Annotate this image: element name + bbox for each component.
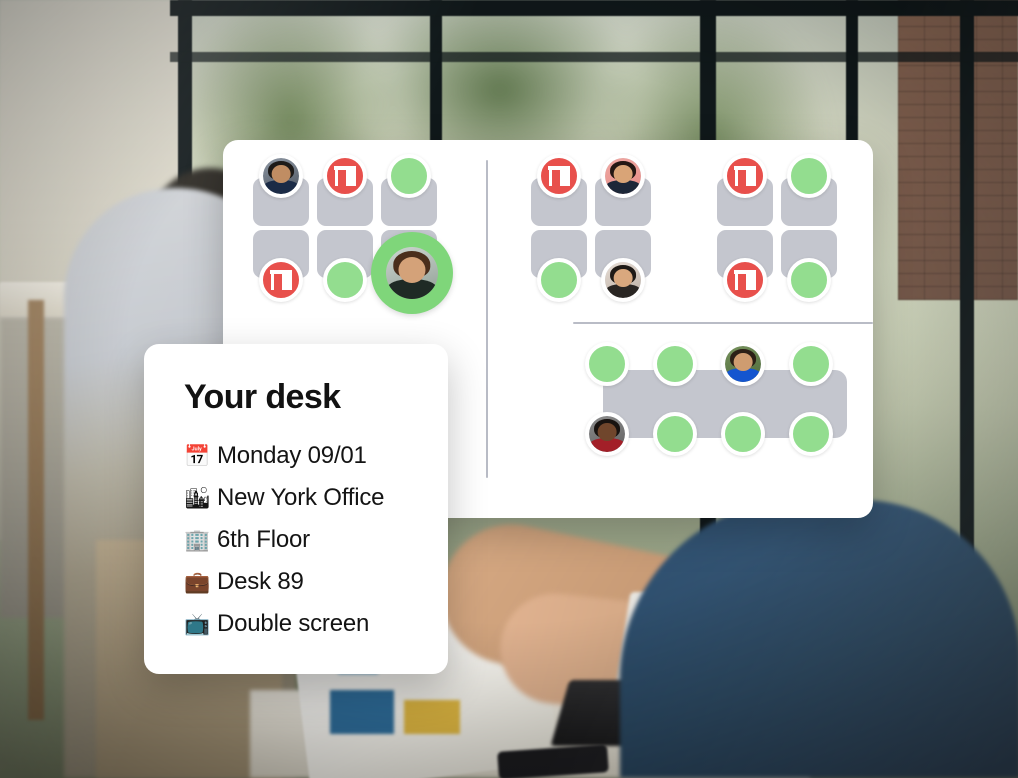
- table-seat-b2[interactable]: [653, 412, 697, 456]
- status-badge[interactable]: [387, 154, 431, 198]
- desk-icon: [270, 270, 292, 290]
- desk-icon: [734, 270, 756, 290]
- cityscape-icon: 🏙: [184, 486, 211, 510]
- desk-m2[interactable]: [591, 154, 655, 228]
- status-badge[interactable]: [787, 258, 831, 302]
- conference-table[interactable]: [579, 342, 871, 466]
- desk-detail-label: Monday 09/01: [217, 442, 367, 469]
- table-seat-b3[interactable]: [721, 412, 765, 456]
- cluster-right: [713, 154, 841, 302]
- cluster-middle: [527, 154, 655, 302]
- status-badge[interactable]: [537, 154, 581, 198]
- desk-m4[interactable]: [591, 228, 655, 302]
- calendar-icon: 📅: [184, 444, 210, 468]
- status-badge[interactable]: [723, 154, 767, 198]
- desk-m3[interactable]: [527, 228, 591, 302]
- desk-r4[interactable]: [777, 228, 841, 302]
- avatar: [605, 262, 641, 298]
- list-item: 📺 Double screen: [184, 603, 448, 645]
- desk-icon: [334, 166, 356, 186]
- cluster-left: [249, 154, 453, 314]
- avatar-face: [733, 353, 753, 372]
- vertical-divider: [486, 160, 488, 478]
- desk-l3[interactable]: [377, 154, 441, 228]
- status-badge[interactable]: [371, 232, 453, 314]
- avatar-face: [613, 165, 633, 184]
- monitor-icon: 📺: [184, 612, 210, 636]
- list-item: 🏙 New York Office: [184, 477, 448, 519]
- status-badge[interactable]: [787, 154, 831, 198]
- table-seat-t4[interactable]: [789, 342, 833, 386]
- status-badge[interactable]: [601, 154, 645, 198]
- avatar-face: [271, 165, 291, 184]
- desk-detail-label: New York Office: [217, 484, 385, 511]
- screenshot-stage: Your desk 📅 Monday 09/01 🏙 New York Office 🏢…: [0, 0, 1018, 778]
- desk-r2[interactable]: [777, 154, 841, 228]
- list-item: 🏢 6th Floor: [184, 519, 448, 561]
- avatar-face: [398, 257, 426, 284]
- desk-l1[interactable]: [249, 154, 313, 228]
- avatar: [725, 346, 761, 382]
- desk-detail-label: Double screen: [217, 610, 370, 637]
- horizontal-divider: [573, 322, 873, 324]
- status-badge[interactable]: [601, 258, 645, 302]
- page-title: Your desk: [184, 378, 341, 416]
- avatar: [605, 158, 641, 194]
- table-seat-b4[interactable]: [789, 412, 833, 456]
- office-building-icon: 🏢: [184, 528, 210, 552]
- list-item: 📅 Monday 09/01: [184, 435, 448, 477]
- desk-r3[interactable]: [713, 228, 777, 302]
- desk-detail-label: 6th Floor: [217, 526, 310, 553]
- status-badge[interactable]: [323, 154, 367, 198]
- desk-detail-label: Desk 89: [217, 568, 304, 595]
- status-badge[interactable]: [323, 258, 367, 302]
- status-badge[interactable]: [259, 154, 303, 198]
- desk-r1[interactable]: [713, 154, 777, 228]
- desk-detail-list: 📅 Monday 09/01 🏙 New York Office 🏢 6th Floor 💼…: [184, 435, 448, 645]
- list-item: 💼 Desk 89: [184, 561, 448, 603]
- desk-l5[interactable]: [313, 228, 377, 302]
- avatar-face: [597, 423, 617, 442]
- status-badge[interactable]: [537, 258, 581, 302]
- table-seat-t3[interactable]: [721, 342, 765, 386]
- desk-icon: [734, 166, 756, 186]
- desk-m1[interactable]: [527, 154, 591, 228]
- status-badge[interactable]: [259, 258, 303, 302]
- table-seat-b1[interactable]: [585, 412, 629, 456]
- desk-icon: [548, 166, 570, 186]
- avatar: [386, 247, 438, 299]
- desk-l6[interactable]: [371, 228, 465, 314]
- avatar-face: [613, 269, 633, 288]
- status-badge[interactable]: [723, 258, 767, 302]
- table-seat-t2[interactable]: [653, 342, 697, 386]
- avatar: [589, 416, 625, 452]
- briefcase-icon: 💼: [184, 570, 210, 594]
- desk-l4[interactable]: [249, 228, 313, 302]
- avatar: [263, 158, 299, 194]
- desk-l2[interactable]: [313, 154, 377, 228]
- your-desk-card: Your desk 📅 Monday 09/01 🏙 New York Office 🏢…: [144, 344, 448, 674]
- table-seat-t1[interactable]: [585, 342, 629, 386]
